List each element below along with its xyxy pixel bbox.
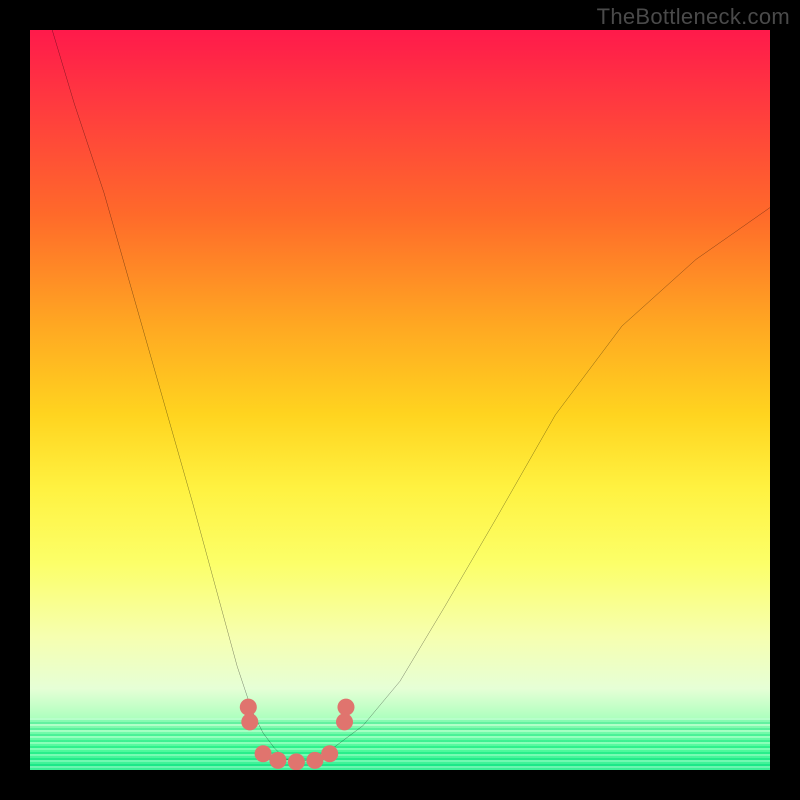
marker-dot [306,752,323,769]
chart-frame: TheBottleneck.com [0,0,800,800]
marker-dot [337,699,354,716]
curve-layer [30,30,770,770]
marker-dot [255,745,272,762]
marker-dot [336,713,353,730]
marker-dot [288,753,305,770]
series-right-branch [296,208,770,763]
marker-dot [269,752,286,769]
marker-dot [240,699,257,716]
plot-area [30,30,770,770]
marker-dot [241,713,258,730]
series-left-branch [52,30,296,763]
marker-dot [321,745,338,762]
highlight-markers [240,699,355,770]
line-left-branch [52,30,296,763]
line-right-branch [296,208,770,763]
watermark-text: TheBottleneck.com [597,4,790,30]
